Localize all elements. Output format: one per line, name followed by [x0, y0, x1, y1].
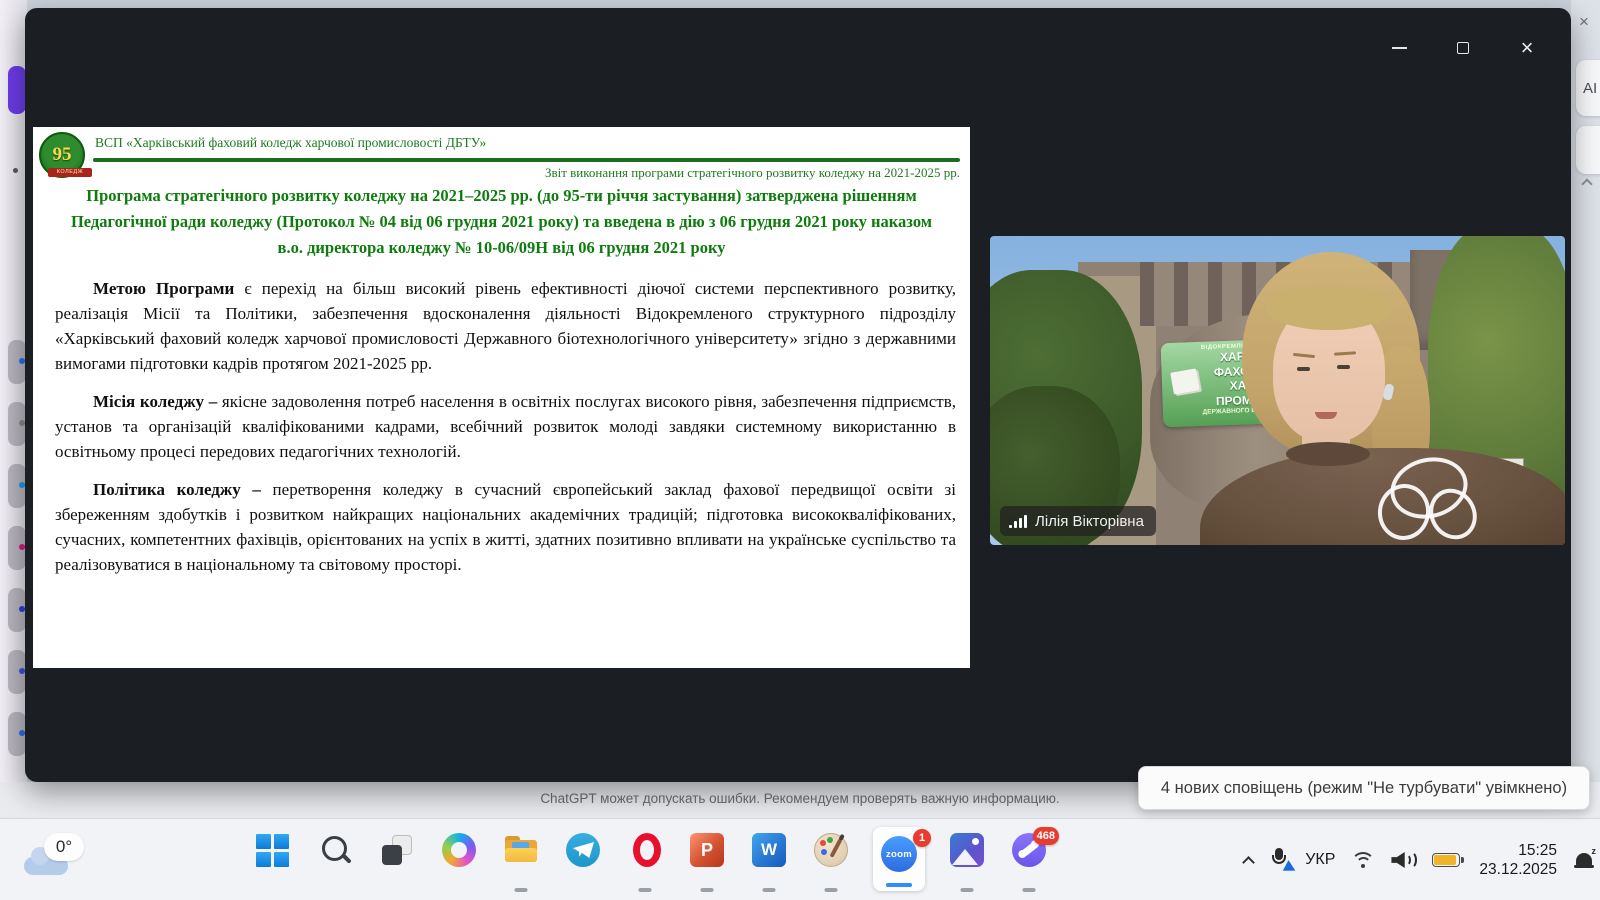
paragraph-goal: Метою Програми є перехід на більш високи… — [55, 279, 957, 373]
telegram-icon — [566, 833, 600, 867]
minimize-button[interactable] — [1389, 38, 1409, 58]
system-tray: УКР 15:25 23.12.2025 z — [1242, 819, 1596, 900]
opera-button[interactable] — [625, 825, 665, 895]
slide-title: Програма стратегічного розвитку коледжу … — [70, 186, 933, 258]
desktop: × AI ChatGPT может допускать ошибки. Рек… — [0, 0, 1600, 900]
zoom-app-button[interactable]: zoom 1 — [873, 825, 931, 895]
tray-time: 15:25 — [1518, 842, 1557, 859]
window-controls: × — [1389, 37, 1537, 59]
report-subtitle: Звіт виконання програми стратегічного ро… — [544, 165, 960, 180]
banner-book-art — [1170, 368, 1200, 395]
shared-presentation-slide: 95 КОЛЕДЖ ВСП «Харківський фаховий колед… — [33, 127, 970, 668]
windows-logo-icon — [256, 833, 290, 867]
zoom-active-indicator — [886, 882, 912, 887]
sidebar-app-icon[interactable] — [8, 712, 26, 756]
participant-name: Лілія Вікторівна — [1035, 512, 1144, 530]
paint-button[interactable] — [811, 825, 851, 895]
volume-icon[interactable] — [1391, 850, 1418, 870]
zoom-badge: 1 — [913, 829, 931, 847]
task-view-icon — [380, 833, 414, 867]
org-name: ВСП «Харківський фаховий коледж харчової… — [95, 135, 487, 150]
word-icon: W — [752, 833, 786, 867]
microphone-tray-icon[interactable] — [1268, 848, 1299, 876]
do-not-disturb-bell-icon[interactable]: z — [1574, 846, 1596, 871]
viber-button[interactable]: 468 — [1009, 825, 1059, 895]
maximize-button[interactable] — [1453, 38, 1473, 58]
tray-date: 23.12.2025 — [1479, 861, 1557, 878]
background-app-right-panel: × AI — [1571, 0, 1600, 818]
taskbar: 0° P W zoom 1 468 УКР 15:25 23.12.2025 z — [0, 818, 1600, 900]
tray-overflow-chevron-icon[interactable] — [1242, 855, 1256, 869]
zoom-meeting-window: × 95 КОЛЕДЖ ВСП «Харківський фаховий кол… — [25, 8, 1571, 782]
notification-text: 4 нових сповіщень (режим "Не турбувати" … — [1160, 778, 1568, 797]
close-button[interactable]: × — [1517, 37, 1537, 59]
powerpoint-icon: P — [690, 833, 724, 867]
copilot-icon — [442, 833, 476, 867]
sidebar-app-icon[interactable] — [8, 526, 26, 570]
taskbar-icons: P W zoom 1 468 — [253, 825, 1059, 895]
background-app-sidebar — [0, 0, 27, 818]
weather-widget[interactable]: 0° — [20, 831, 90, 889]
zoom-active-card: zoom 1 — [873, 827, 931, 891]
sidebar-app-icon[interactable] — [8, 340, 26, 384]
photos-icon — [950, 833, 984, 867]
photos-button[interactable] — [947, 825, 987, 895]
paragraph-mission: Місія коледжу – якісне задоволення потре… — [55, 392, 956, 461]
powerpoint-button[interactable]: P — [687, 825, 727, 895]
header-divider — [93, 158, 960, 162]
sidebar-app-icon[interactable] — [8, 402, 26, 446]
sidebar-app-icon[interactable] — [8, 650, 26, 694]
battery-icon[interactable] — [1432, 853, 1464, 867]
participant-video[interactable]: ВІДОКРЕМЛЕНИЙ СТРУКТУРНИ ХАРКІВСЬК ФАХОВ… — [990, 236, 1565, 545]
notification-toast[interactable]: 4 нових сповіщень (режим "Не турбувати" … — [1138, 766, 1590, 810]
wifi-icon[interactable] — [1350, 850, 1376, 870]
college-95-logo: 95 КОЛЕДЖ — [39, 132, 92, 178]
telegram-button[interactable] — [563, 825, 603, 895]
opera-icon — [632, 833, 661, 867]
chevron-up-icon[interactable] — [1581, 178, 1593, 190]
zoom-icon: zoom — [881, 836, 917, 872]
search-icon — [318, 833, 352, 867]
clock[interactable]: 15:25 23.12.2025 — [1479, 841, 1557, 879]
temperature: 0° — [44, 833, 84, 861]
connection-signal-icon — [1009, 514, 1027, 528]
paint-icon — [814, 833, 848, 867]
ai-panel-label: AI — [1583, 79, 1598, 97]
copilot-button[interactable] — [439, 825, 479, 895]
paragraph-policy: Політика коледжу – перетворення коледжу … — [55, 480, 956, 574]
close-icon[interactable]: × — [1579, 12, 1589, 32]
search-button[interactable] — [315, 825, 355, 895]
location-arrow-icon — [1283, 860, 1299, 876]
sidebar-app-icon[interactable] — [8, 464, 26, 508]
folder-icon — [504, 833, 538, 867]
sidebar-app-icon[interactable] — [8, 66, 26, 114]
sidebar-app-icon[interactable] — [8, 588, 26, 632]
sidebar-dot — [13, 168, 18, 173]
viber-badge: 468 — [1032, 827, 1059, 845]
panel-button[interactable] — [1576, 126, 1600, 174]
participant-name-tag: Лілія Вікторівна — [1000, 506, 1156, 536]
slide-body: Метою Програми є перехід на більш високи… — [55, 276, 956, 590]
start-button[interactable] — [253, 825, 293, 895]
task-view-button[interactable] — [377, 825, 417, 895]
word-button[interactable]: W — [749, 825, 789, 895]
file-explorer-button[interactable] — [501, 825, 541, 895]
ai-panel-button[interactable]: AI — [1576, 60, 1600, 116]
language-indicator[interactable]: УКР — [1305, 851, 1335, 869]
